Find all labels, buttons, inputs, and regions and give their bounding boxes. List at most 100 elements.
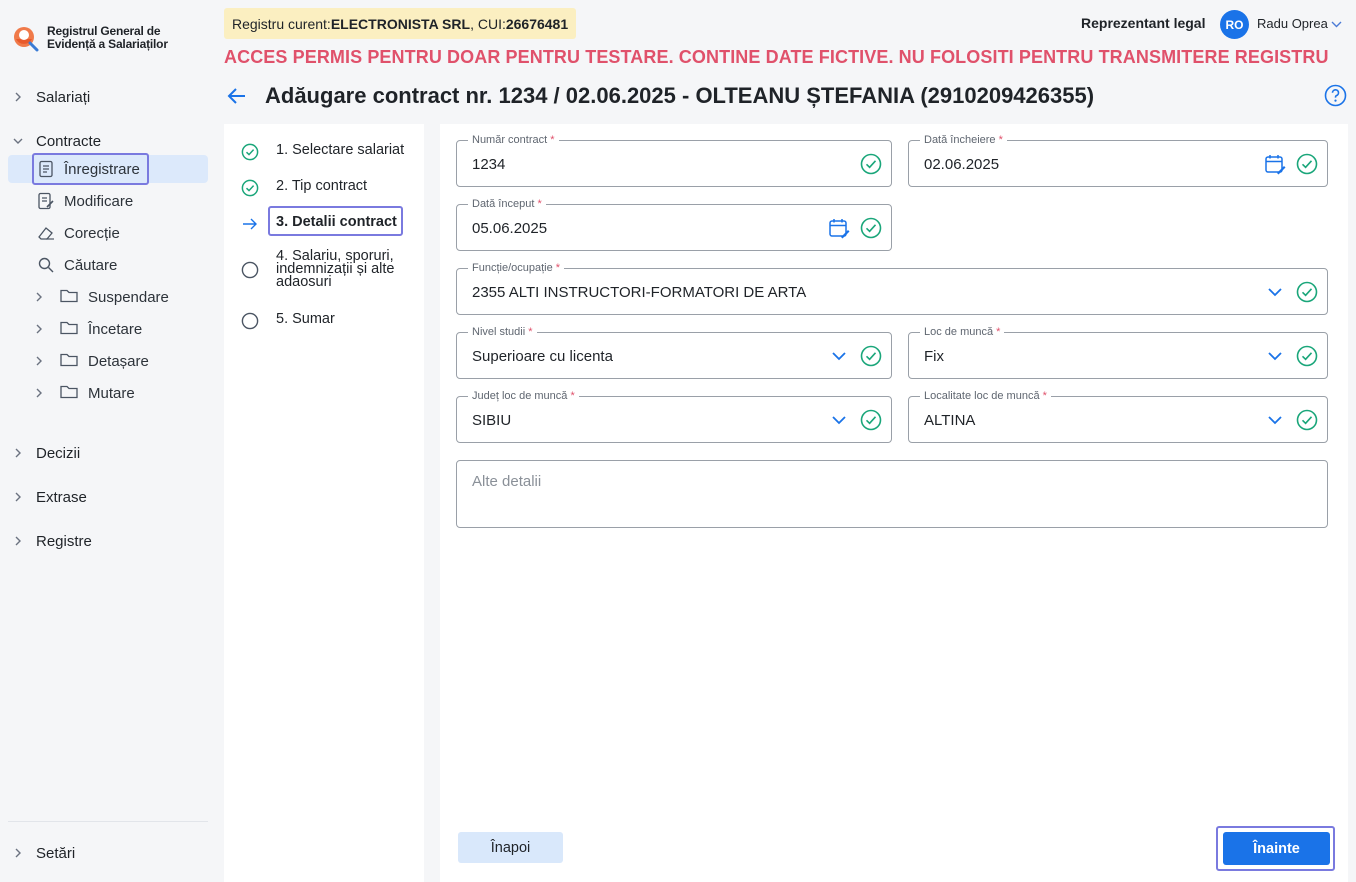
folder-icon	[60, 352, 78, 371]
empty-circle-icon	[240, 311, 260, 331]
step-label: 4. Salariu, sporuri, indemnizații și alt…	[276, 249, 394, 290]
judet-select[interactable]: Județ loc de muncă * SIBIU	[456, 390, 892, 443]
step-selectare-salariat[interactable]: 1. Selectare salariat	[240, 142, 404, 162]
field-label-text: Nivel studii	[472, 326, 526, 338]
field-label: Număr contract *	[468, 134, 559, 146]
chevron-down-icon	[8, 136, 28, 146]
sidebar-item-modificare[interactable]: Modificare	[8, 187, 208, 215]
chevron-down-icon[interactable]	[1264, 281, 1286, 303]
field-value: Superioare cu licenta	[472, 348, 613, 365]
nav-group-setari[interactable]: Setări	[8, 839, 208, 867]
check-circle-icon	[1296, 281, 1318, 303]
sidebar-folder-detasare[interactable]: Detașare	[8, 347, 208, 375]
check-circle-icon	[1296, 153, 1318, 175]
help-icon[interactable]	[1324, 84, 1347, 107]
chevron-right-icon	[34, 353, 44, 370]
field-value: ALTINA	[924, 412, 976, 429]
chevron-down-icon[interactable]	[1264, 345, 1286, 367]
functie-ocupatie-select[interactable]: Funcție/ocupație * 2355 ALTI INSTRUCTORI…	[456, 262, 1328, 315]
sidebar-item-label: Modificare	[64, 192, 134, 210]
nav-group-label: Extrase	[36, 488, 87, 506]
step-tip-contract[interactable]: 2. Tip contract	[240, 178, 367, 198]
field-label-text: Dată încheiere	[924, 134, 996, 146]
sidebar-item-label: Căutare	[64, 256, 118, 274]
calendar-edit-icon[interactable]	[828, 217, 850, 239]
numar-contract-field[interactable]: Număr contract * 1234	[456, 134, 892, 187]
nav-group-registre[interactable]: Registre	[8, 527, 208, 555]
field-value: SIBIU	[472, 412, 512, 429]
chevron-down-icon[interactable]	[828, 345, 850, 367]
nav-group-contracte[interactable]: Contracte	[8, 127, 208, 155]
field-value: 02.06.2025	[924, 156, 1000, 173]
field-value: Fix	[924, 348, 944, 365]
sidebar-folder-label: Detașare	[88, 352, 149, 370]
sidebar-item-inregistrare[interactable]: Înregistrare	[8, 153, 208, 185]
avatar[interactable]: RO	[1220, 10, 1249, 39]
eraser-icon	[36, 223, 56, 243]
chevron-down-icon[interactable]	[1264, 409, 1286, 431]
nav-group-label: Decizii	[36, 444, 81, 462]
field-label-text: Loc de muncă	[924, 326, 994, 338]
check-circle-icon	[860, 345, 882, 367]
field-label-text: Localitate loc de muncă	[924, 390, 1040, 402]
chevron-right-icon	[8, 92, 28, 102]
sidebar-folder-suspendare[interactable]: Suspendare	[8, 283, 208, 311]
user-name[interactable]: Radu Oprea	[1257, 16, 1328, 31]
sidebar-item-cautare[interactable]: Căutare	[8, 251, 208, 279]
sidebar-item-corectie[interactable]: Corecție	[8, 219, 208, 247]
check-circle-icon	[860, 409, 882, 431]
chevron-right-icon	[8, 848, 28, 858]
field-label-text: Județ loc de muncă	[472, 390, 568, 402]
calendar-edit-icon[interactable]	[1264, 153, 1286, 175]
chevron-down-icon[interactable]	[1331, 16, 1342, 34]
folder-icon	[60, 320, 78, 339]
sidebar-folder-label: Încetare	[88, 320, 143, 338]
chevron-right-icon	[34, 321, 44, 338]
nivel-studii-select[interactable]: Nivel studii * Superioare cu licenta	[456, 326, 892, 379]
current-registry-badge: Registru curent: ELECTRONISTA SRL , CUI:…	[224, 8, 577, 39]
contract-details-form: Număr contract * 1234 Dată încheiere * 0…	[440, 124, 1348, 882]
required-mark: *	[996, 326, 1001, 338]
back-arrow-icon[interactable]	[226, 85, 248, 107]
registry-cui-prefix: , CUI:	[470, 15, 506, 32]
localitate-select[interactable]: Localitate loc de muncă * ALTINA	[908, 390, 1328, 443]
step-label: 1. Selectare salariat	[276, 142, 405, 158]
check-circle-icon	[1296, 409, 1318, 431]
nav-group-label: Contracte	[36, 132, 102, 150]
step-salariu-sporuri[interactable]: 4. Salariu, sporuri, indemnizații și alt…	[240, 249, 394, 290]
alte-detalii-textarea[interactable]: Alte detalii	[456, 460, 1328, 528]
next-button[interactable]: Înainte	[1223, 832, 1330, 865]
check-circle-icon	[1296, 345, 1318, 367]
chevron-down-icon[interactable]	[828, 409, 850, 431]
nav-group-salariati[interactable]: Salariați	[8, 83, 208, 111]
sidebar-folder-mutare[interactable]: Mutare	[8, 379, 208, 407]
app-name: Registrul General de Evidență a Salariaț…	[47, 25, 168, 51]
step-detalii-contract[interactable]: 3. Detalii contract	[240, 214, 397, 234]
check-circle-icon	[240, 142, 260, 162]
back-button[interactable]: Înapoi	[458, 832, 563, 863]
nav-group-label: Salariați	[36, 88, 91, 106]
chevron-right-icon	[34, 385, 44, 402]
step-sumar[interactable]: 5. Sumar	[240, 311, 335, 331]
field-label: Loc de muncă *	[920, 326, 1005, 338]
wizard-steps: 1. Selectare salariat 2. Tip contract 3.…	[224, 124, 424, 882]
field-label: Nivel studii *	[468, 326, 537, 338]
loc-munca-select[interactable]: Loc de muncă * Fix	[908, 326, 1328, 379]
field-label: Localitate loc de muncă *	[920, 390, 1051, 402]
field-label: Județ loc de muncă *	[468, 390, 579, 402]
chevron-right-icon	[8, 448, 28, 458]
document-edit-icon	[36, 191, 56, 211]
sidebar-folder-incetare[interactable]: Încetare	[8, 315, 208, 343]
sidebar-folder-label: Suspendare	[88, 288, 169, 306]
required-mark: *	[570, 390, 575, 402]
required-mark: *	[555, 262, 561, 274]
required-mark: *	[998, 134, 1003, 146]
data-inceput-field[interactable]: Dată început * 05.06.2025	[456, 198, 892, 251]
sidebar-folder-label: Mutare	[88, 384, 135, 402]
app-logo[interactable]: Registrul General de Evidență a Salariaț…	[12, 24, 168, 52]
nav-group-decizii[interactable]: Decizii	[8, 439, 208, 467]
field-value: 05.06.2025	[472, 220, 548, 237]
nav-group-extrase[interactable]: Extrase	[8, 483, 208, 511]
data-incheiere-field[interactable]: Dată încheiere * 02.06.2025	[908, 134, 1328, 187]
required-mark: *	[1042, 390, 1047, 402]
